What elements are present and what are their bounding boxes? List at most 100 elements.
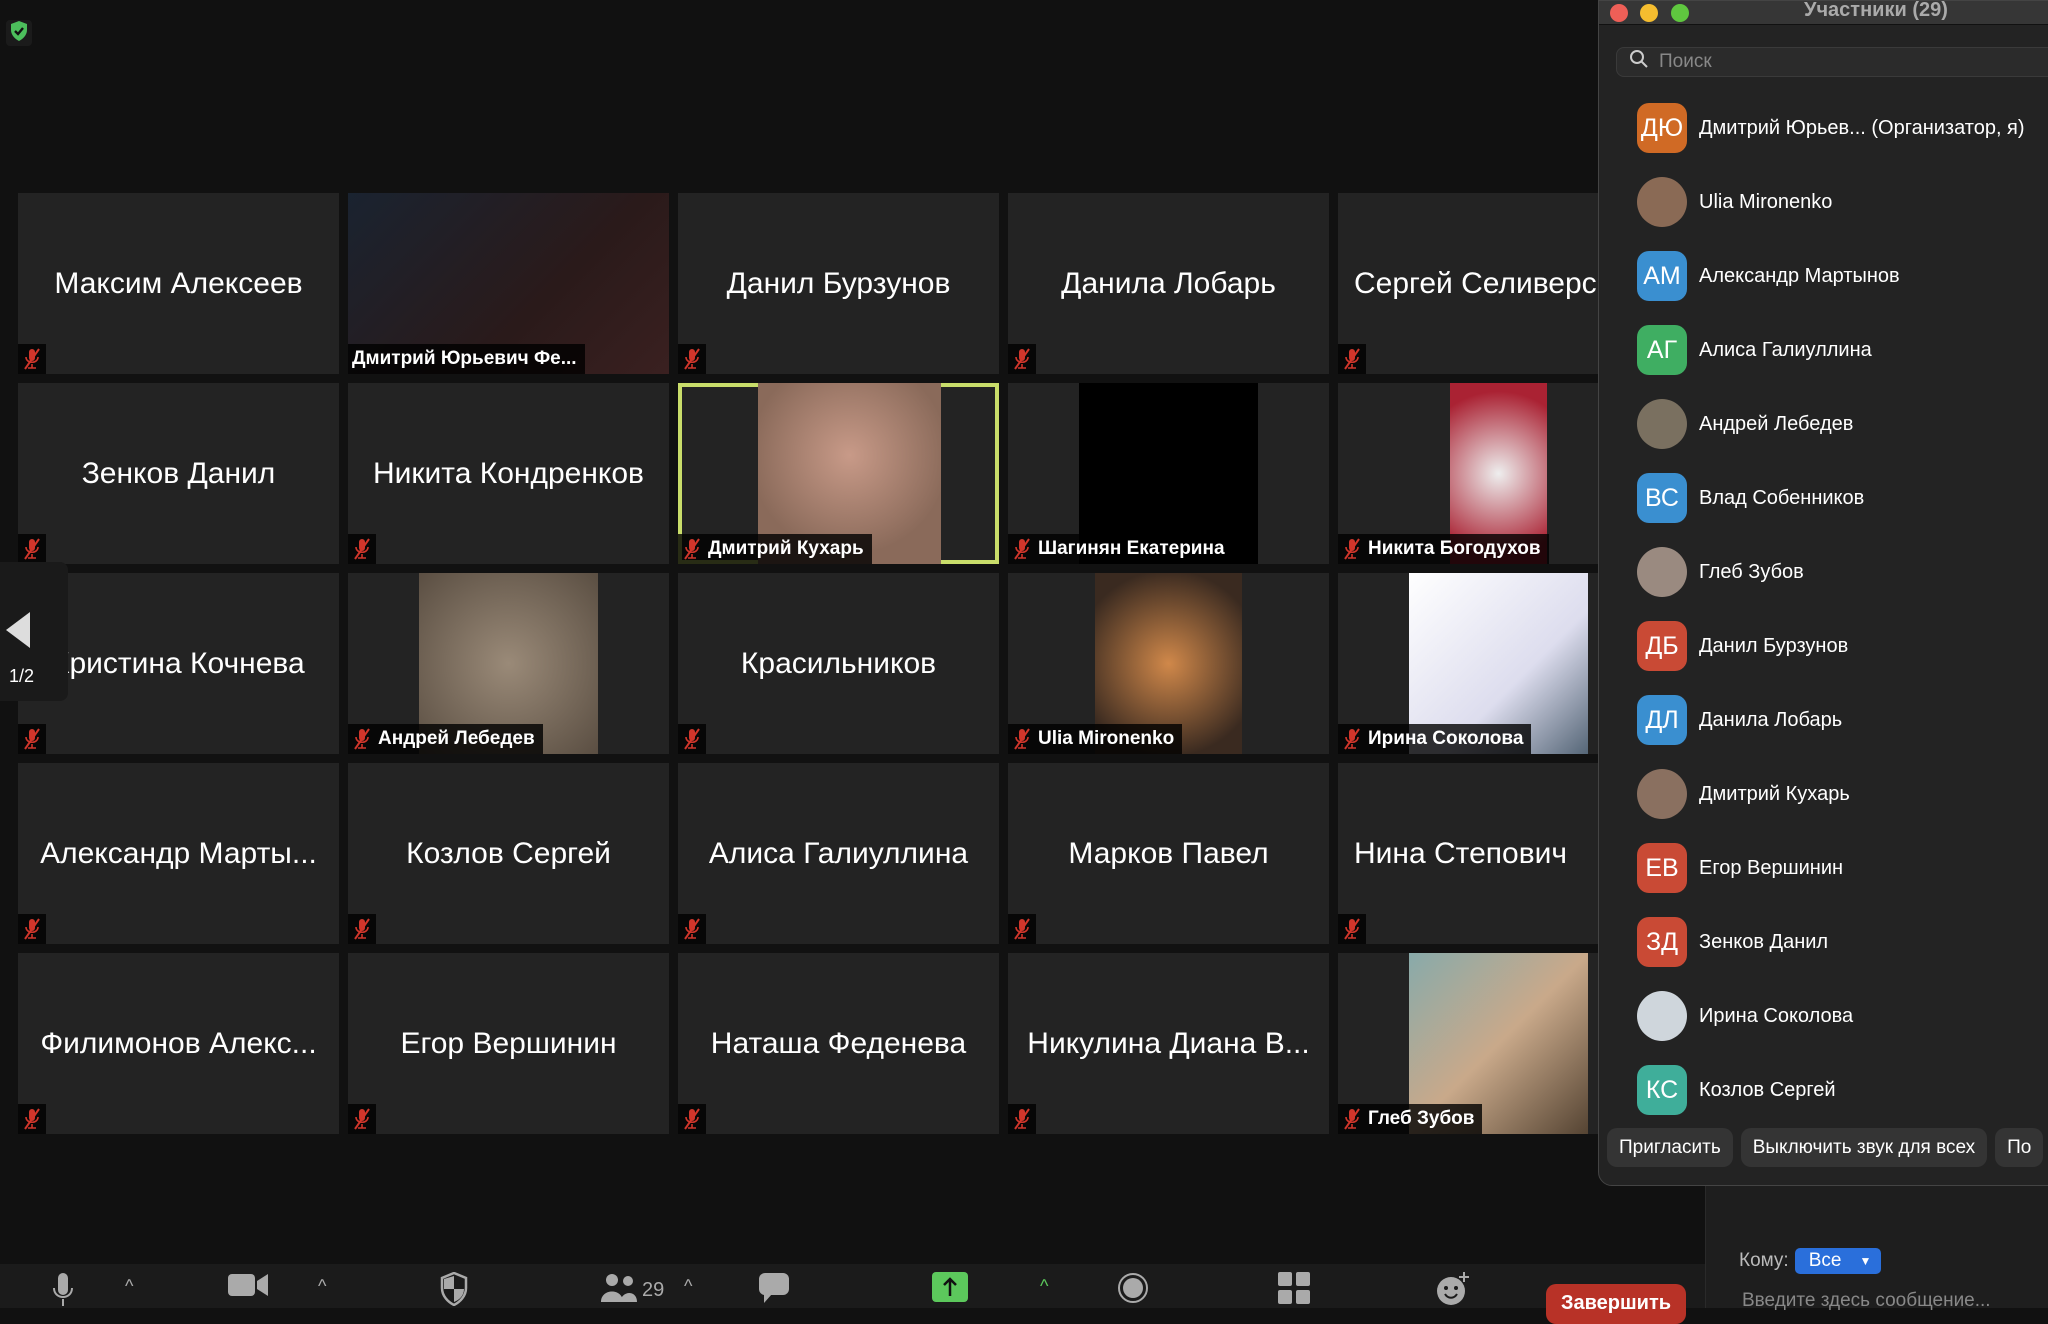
video-tile[interactable]: Никулина Диана В... [1008, 953, 1329, 1134]
avatar [1637, 399, 1687, 449]
participant-list-item[interactable]: КС Козлов Сергей [1599, 1053, 2048, 1127]
participant-name: Глеб Зубов [1368, 1108, 1475, 1129]
video-tile[interactable]: Дмитрий Юрьевич Фе... [348, 193, 669, 374]
more-button[interactable]: По [1995, 1128, 2044, 1167]
chat-recipient-select[interactable]: Все ▼ [1794, 1248, 1882, 1274]
video-tile[interactable]: Андрей Лебедев [348, 573, 669, 754]
participant-list-item[interactable]: ЗД Зенков Данил [1599, 905, 2048, 979]
security-badge[interactable] [6, 20, 32, 46]
video-tile[interactable]: Максим Алексеев [18, 193, 339, 374]
arrow-left-icon [6, 612, 30, 648]
participant-list-item[interactable]: ДЮ Дмитрий Юрьев... (Организатор, я) [1599, 91, 2048, 165]
video-tile[interactable]: Егор Вершинин [348, 953, 669, 1134]
muted-microphone-icon [1012, 1107, 1032, 1131]
panel-actions: Пригласить Выключить звук для всех По [1607, 1128, 2044, 1167]
video-tile[interactable]: Марков Павел [1008, 763, 1329, 944]
avatar [1637, 547, 1687, 597]
record-button[interactable] [1117, 1272, 1149, 1310]
smiley-plus-icon [1436, 1272, 1470, 1312]
participant-list-item[interactable]: Андрей Лебедев [1599, 387, 2048, 461]
video-tile[interactable]: Зенков Данил [18, 383, 339, 564]
invite-button[interactable]: Пригласить [1607, 1128, 1733, 1167]
breakout-rooms-button[interactable] [1278, 1272, 1310, 1310]
minimize-window-button[interactable] [1640, 4, 1658, 22]
participant-list-item[interactable]: АГ Алиса Галиуллина [1599, 313, 2048, 387]
chat-recipient-value: Все [1808, 1250, 1842, 1271]
mute-indicator [18, 724, 46, 754]
video-tile[interactable]: Никита Кондренков [348, 383, 669, 564]
muted-microphone-icon [1012, 917, 1032, 941]
participants-button[interactable]: 29 [600, 1272, 664, 1308]
chat-input[interactable]: Введите здесь сообщение... [1742, 1290, 1991, 1312]
participant-list-item[interactable]: Дмитрий Кухарь [1599, 757, 2048, 831]
video-tile[interactable]: Наташа Феденева [678, 953, 999, 1134]
video-tile[interactable]: Данила Лобарь [1008, 193, 1329, 374]
shield-icon [440, 1271, 468, 1312]
participant-list-item[interactable]: ВС Влад Собенников [1599, 461, 2048, 535]
participant-list-item[interactable]: АМ Александр Мартынов [1599, 239, 2048, 313]
reactions-button[interactable] [1436, 1272, 1470, 1312]
video-options-caret[interactable]: ^ [318, 1276, 326, 1297]
video-tile[interactable]: Алиса Галиуллина [678, 763, 999, 944]
participant-list-item[interactable]: ЕВ Егор Вершинин [1599, 831, 2048, 905]
participant-name-tag: Никита Богодухов [1338, 534, 1549, 564]
participant-list-item[interactable]: Глеб Зубов [1599, 535, 2048, 609]
muted-microphone-icon [352, 537, 372, 561]
muted-microphone-icon [1012, 537, 1032, 561]
avatar: ДБ [1637, 621, 1687, 671]
mute-all-button[interactable]: Выключить звук для всех [1740, 1128, 1988, 1167]
audio-options-caret[interactable]: ^ [125, 1276, 133, 1297]
video-tile[interactable]: Александр Марты... [18, 763, 339, 944]
participant-name: Андрей Лебедев [378, 728, 535, 749]
muted-microphone-icon [22, 537, 42, 561]
participant-list-item[interactable]: ДБ Данил Бурзунов [1599, 609, 2048, 683]
mute-indicator [18, 344, 46, 374]
video-tile[interactable]: Ulia Mironenko [1008, 573, 1329, 754]
participant-list-item[interactable]: ДЛ Данила Лобарь [1599, 683, 2048, 757]
participant-name: Данил Бурзунов [726, 266, 951, 300]
close-window-button[interactable] [1610, 4, 1628, 22]
video-tile[interactable]: Шагинян Екатерина [1008, 383, 1329, 564]
participant-name: Алиса Галиуллина [1699, 338, 1872, 361]
prev-page-button[interactable]: 1/2 [0, 562, 68, 701]
end-meeting-button[interactable]: Завершить [1546, 1284, 1686, 1324]
avatar-initials: ВС [1645, 483, 1679, 512]
muted-microphone-icon [1342, 1107, 1362, 1131]
participant-list-item[interactable]: Ulia Mironenko [1599, 165, 2048, 239]
video-button[interactable] [228, 1272, 268, 1304]
participant-name-tag: Андрей Лебедев [348, 724, 543, 754]
people-icon [600, 1272, 638, 1308]
avatar-initials: ЕВ [1645, 853, 1679, 882]
video-tile[interactable]: Филимонов Алекс... [18, 953, 339, 1134]
avatar: ДЮ [1637, 103, 1687, 153]
video-tile[interactable]: Дмитрий Кухарь [678, 383, 999, 564]
panel-titlebar: Участники (29) [1599, 1, 2048, 25]
video-tile[interactable]: Козлов Сергей [348, 763, 669, 944]
muted-microphone-icon [352, 917, 372, 941]
muted-microphone-icon [352, 727, 372, 751]
chat-button[interactable] [758, 1272, 790, 1310]
participant-name: Егор Вершинин [1699, 856, 1844, 879]
maximize-window-button[interactable] [1671, 4, 1689, 22]
share-screen-button[interactable] [932, 1272, 968, 1308]
muted-microphone-icon [22, 1107, 42, 1131]
shield-check-icon [9, 20, 29, 47]
mute-indicator [678, 724, 706, 754]
participant-name: Шагинян Екатерина [1038, 538, 1225, 559]
avatar-initials: ЗД [1645, 927, 1679, 956]
participant-name: Ирина Соколова [1368, 728, 1524, 749]
avatar [1637, 769, 1687, 819]
participant-name: Наташа Феденева [710, 1026, 967, 1060]
video-tile[interactable]: Красильников [678, 573, 999, 754]
share-options-caret[interactable]: ^ [1040, 1276, 1048, 1297]
muted-microphone-icon [1342, 727, 1362, 751]
muted-microphone-icon [682, 917, 702, 941]
search-input[interactable]: Поиск [1616, 47, 2048, 77]
participant-name: Александр Мартынов [1699, 264, 1900, 287]
participant-name: Ulia Mironenko [1699, 190, 1833, 213]
participants-options-caret[interactable]: ^ [684, 1276, 692, 1297]
participant-name: Кристина Кочнева [52, 646, 305, 680]
video-tile[interactable]: Данил Бурзунов [678, 193, 999, 374]
participant-list-item[interactable]: Ирина Соколова [1599, 979, 2048, 1053]
security-button[interactable] [440, 1271, 468, 1312]
